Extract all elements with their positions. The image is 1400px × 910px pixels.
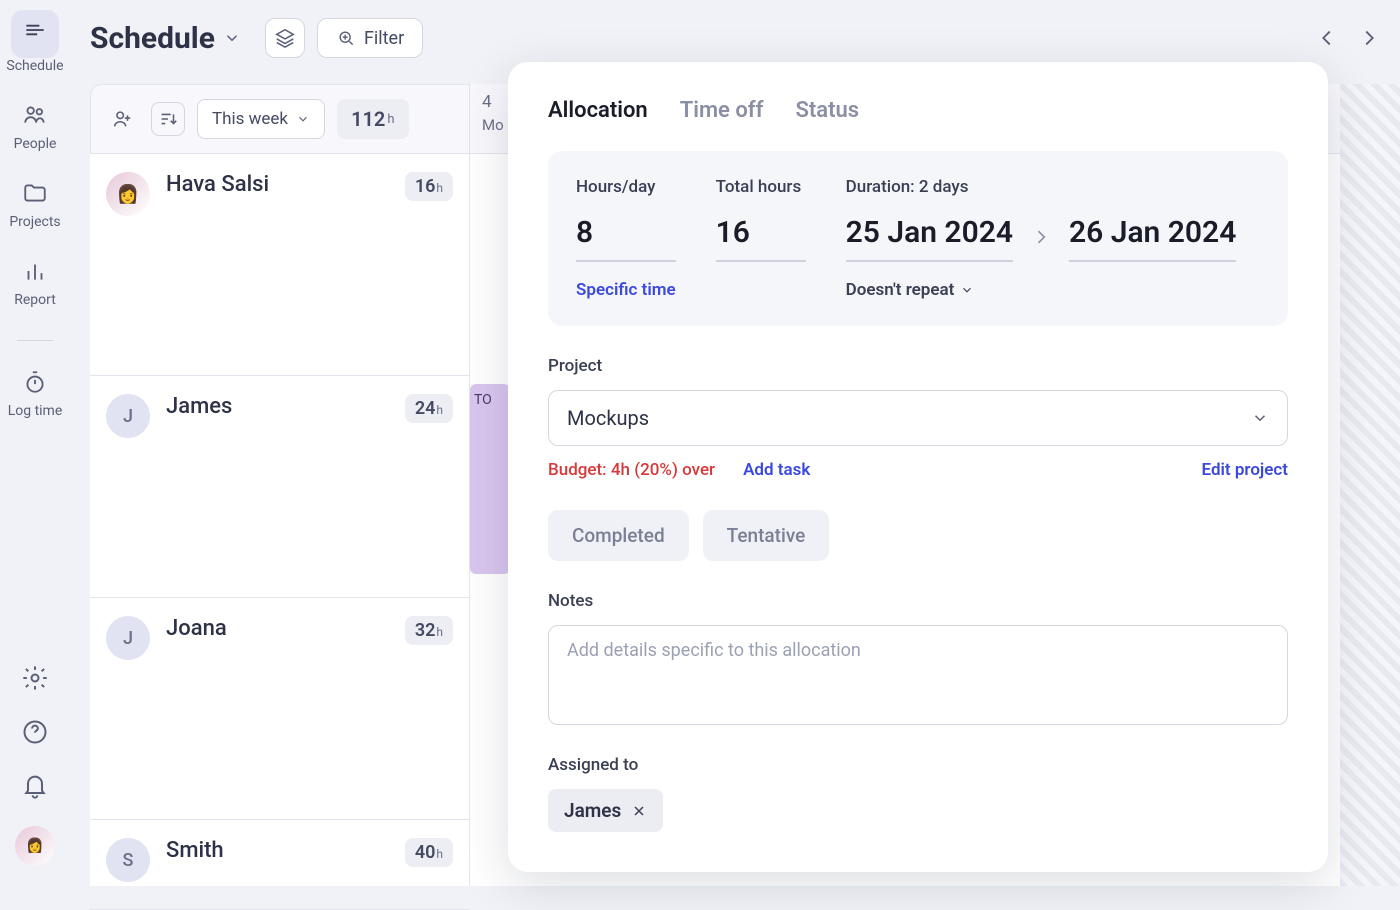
person-hours-badge: 24h xyxy=(405,394,453,423)
sidebar-item-label: Projects xyxy=(9,214,60,230)
edit-project-link[interactable]: Edit project xyxy=(1202,460,1288,480)
filter-label: Filter xyxy=(364,28,404,49)
hours-unit: h xyxy=(387,112,394,127)
person-name: Joana xyxy=(166,616,389,641)
gear-icon[interactable] xyxy=(21,664,49,692)
end-date[interactable]: 26 Jan 2024 xyxy=(1069,215,1236,262)
schedule-toolbar: This week 112 h xyxy=(90,84,470,154)
chart-icon xyxy=(22,258,48,284)
prev-arrow-icon[interactable] xyxy=(1316,27,1338,49)
person-row[interactable]: J James 24h xyxy=(90,376,469,598)
repeat-label: Doesn't repeat xyxy=(846,280,955,300)
sort-icon xyxy=(157,108,179,130)
notes-label: Notes xyxy=(548,591,1288,611)
total-hours-label: Total hours xyxy=(716,177,806,197)
hours-day-value[interactable]: 8 xyxy=(576,215,676,262)
sidebar-item-report[interactable]: Report xyxy=(5,258,65,308)
sidebar-item-label: Report xyxy=(14,292,56,308)
project-select[interactable]: Mockups xyxy=(548,390,1288,446)
stopwatch-icon xyxy=(22,369,48,395)
hours-day-label: Hours/day xyxy=(576,177,676,197)
avatar: J xyxy=(106,616,150,660)
total-hours-value[interactable]: 16 xyxy=(716,215,806,262)
assignee-chip[interactable]: James xyxy=(548,789,663,832)
timeline-striped-area xyxy=(1340,84,1400,886)
duration-label: Duration: 2 days xyxy=(846,177,1260,197)
help-icon[interactable] xyxy=(21,718,49,746)
allocation-modal: Allocation Time off Status Hours/day 8 S… xyxy=(508,62,1328,872)
add-task-link[interactable]: Add task xyxy=(743,460,810,480)
avatar: J xyxy=(106,394,150,438)
completed-pill[interactable]: Completed xyxy=(548,510,689,561)
person-add-icon xyxy=(111,108,133,130)
sidebar-divider xyxy=(17,340,53,341)
person-name: James xyxy=(166,394,389,419)
project-value: Mockups xyxy=(567,406,649,430)
tab-allocation[interactable]: Allocation xyxy=(548,98,648,123)
person-name: Smith xyxy=(166,838,389,863)
schedule-icon xyxy=(11,10,59,58)
sidebar-item-people[interactable]: People xyxy=(5,102,65,152)
repeat-select[interactable]: Doesn't repeat xyxy=(846,280,1260,300)
modal-tabs: Allocation Time off Status xyxy=(548,98,1288,123)
start-date[interactable]: 25 Jan 2024 xyxy=(846,215,1013,262)
chevron-down-icon xyxy=(296,112,310,126)
sidebar-item-logtime[interactable]: Log time xyxy=(5,369,65,419)
sidebar-item-label: People xyxy=(14,136,57,152)
sidebar: Schedule People Projects Report Log time… xyxy=(0,0,70,886)
sidebar-item-label: Schedule xyxy=(6,58,63,74)
week-select[interactable]: This week xyxy=(197,99,325,139)
sidebar-item-projects[interactable]: Projects xyxy=(5,180,65,230)
layers-button[interactable] xyxy=(265,18,305,58)
sidebar-item-schedule[interactable]: Schedule xyxy=(5,10,65,74)
project-label: Project xyxy=(548,356,1288,376)
total-hours-badge: 112 h xyxy=(337,99,408,139)
topbar: Schedule Filter xyxy=(90,10,1380,66)
week-label: This week xyxy=(212,109,288,129)
person-row[interactable]: S Smith 40h xyxy=(90,820,469,910)
total-hours-value: 112 xyxy=(351,107,385,131)
people-icon xyxy=(22,102,48,128)
people-list: 👩 Hava Salsi 16h J James 24h J Joana 32h… xyxy=(90,154,470,886)
user-avatar[interactable]: 👩 xyxy=(15,826,55,866)
close-icon[interactable] xyxy=(631,803,647,819)
bell-icon[interactable] xyxy=(21,772,49,800)
notes-textarea[interactable] xyxy=(548,625,1288,725)
next-arrow-icon[interactable] xyxy=(1358,27,1380,49)
filter-icon xyxy=(336,28,356,48)
person-row[interactable]: J Joana 32h xyxy=(90,598,469,820)
person-hours-badge: 16h xyxy=(405,172,453,201)
task-block[interactable]: TO xyxy=(470,384,510,574)
layers-icon xyxy=(274,27,296,49)
chevron-down-icon xyxy=(1251,409,1269,427)
page-title: Schedule xyxy=(90,21,215,56)
folder-icon xyxy=(22,180,48,206)
person-hours-badge: 40h xyxy=(405,838,453,867)
sidebar-item-label: Log time xyxy=(8,403,63,419)
sort-button[interactable] xyxy=(151,102,185,136)
person-hours-badge: 32h xyxy=(405,616,453,645)
tab-timeoff[interactable]: Time off xyxy=(680,98,764,123)
assignee-name: James xyxy=(564,799,621,822)
tab-status[interactable]: Status xyxy=(795,98,859,123)
title-dropdown-icon[interactable] xyxy=(223,29,241,47)
person-name: Hava Salsi xyxy=(166,172,389,197)
assigned-label: Assigned to xyxy=(548,755,1288,775)
filter-button[interactable]: Filter xyxy=(317,18,423,58)
tentative-pill[interactable]: Tentative xyxy=(703,510,830,561)
avatar: 👩 xyxy=(106,172,150,216)
allocation-summary: Hours/day 8 Specific time Total hours 16… xyxy=(548,151,1288,326)
task-label: TO xyxy=(474,392,492,408)
chevron-down-icon xyxy=(960,283,974,297)
person-row[interactable]: 👩 Hava Salsi 16h xyxy=(90,154,469,376)
budget-warning: Budget: 4h (20%) over xyxy=(548,460,715,480)
arrow-right-icon xyxy=(1031,227,1051,251)
avatar: S xyxy=(106,838,150,882)
specific-time-link[interactable]: Specific time xyxy=(576,280,676,300)
add-person-button[interactable] xyxy=(105,102,139,136)
